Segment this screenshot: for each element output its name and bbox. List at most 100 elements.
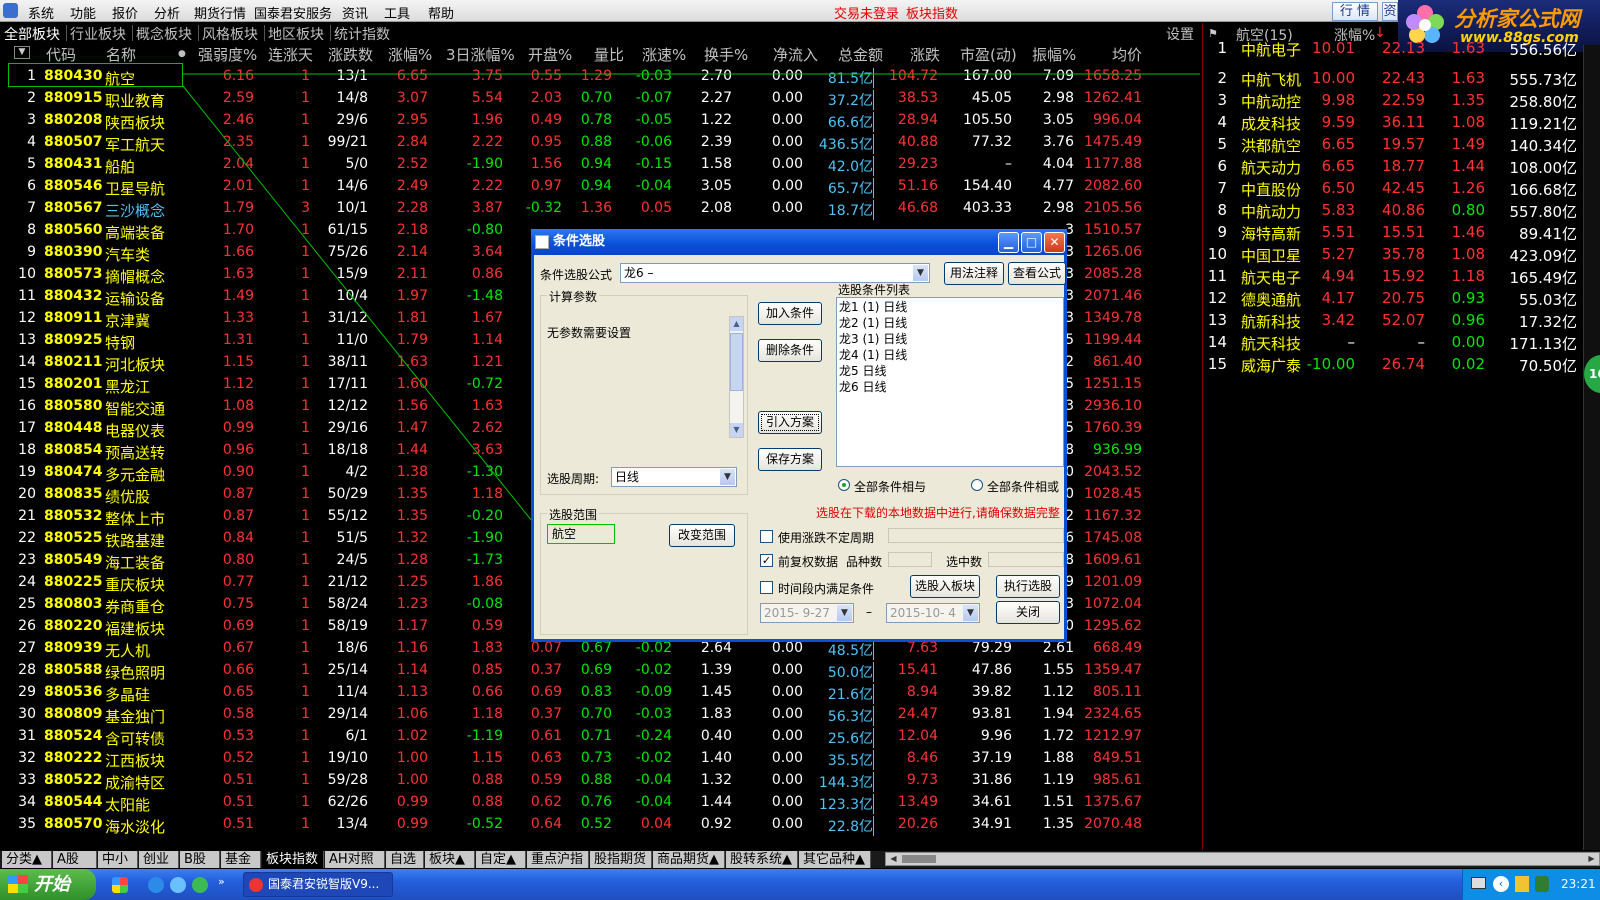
market-tab[interactable]: B股	[180, 851, 220, 868]
settings-link[interactable]: 设置	[1166, 24, 1194, 44]
radio-all-or-label[interactable]: 全部条件相或	[987, 478, 1059, 495]
header-change-pct[interactable]: 涨幅%	[388, 44, 432, 66]
import-plan-button[interactable]: 引入方案	[758, 411, 822, 434]
radio-all-or[interactable]	[971, 479, 983, 491]
view-formula-button[interactable]: 查看公式	[1008, 262, 1066, 285]
tab-style[interactable]: 风格板块	[202, 24, 258, 44]
usage-note-button[interactable]: 用法注释	[944, 262, 1004, 285]
table-row[interactable]: 34 880544 太阳能 0.51 1 62/26 0.99 0.88 0.62 0.76 -0.…	[0, 792, 1200, 814]
menu-news[interactable]: 资讯	[342, 3, 368, 22]
header-3day-change[interactable]: 3日涨幅%	[446, 44, 515, 66]
variable-period-label[interactable]: 使用涨跌不定周期	[778, 529, 874, 546]
market-tab[interactable]: 重点沪指	[527, 851, 589, 868]
add-condition-button[interactable]: 加入条件	[758, 302, 822, 325]
execute-filter-button[interactable]: 执行选股	[996, 575, 1060, 598]
market-tab[interactable]: 股转系统▲	[726, 851, 798, 868]
minimize-button[interactable]: ▁	[998, 232, 1019, 253]
menu-tools[interactable]: 工具	[384, 3, 410, 22]
keyboard-icon[interactable]	[1471, 877, 1486, 889]
taskbar-app-button[interactable]: 国泰君安锐智版V9...	[243, 872, 393, 897]
market-tab[interactable]: 创业	[139, 851, 179, 868]
list-item[interactable]: 8 中航动力 5.83 40.86 0.80 557.80亿	[1205, 199, 1580, 221]
market-tab[interactable]: 其它品种▲	[799, 851, 871, 868]
dialog-titlebar[interactable]: 条件选股 ▁ □ ✕	[531, 229, 1067, 255]
table-row[interactable]: 32 880222 江西板块 0.52 1 19/10 1.00 1.15 0.63 0.73 -0…	[0, 748, 1200, 770]
list-item[interactable]: 9 海特高新 5.51 15.51 1.46 89.41亿	[1205, 221, 1580, 243]
chevron-down-icon[interactable]: ▼	[963, 605, 978, 621]
chevron-down-icon[interactable]: ▼	[720, 469, 735, 485]
market-tab[interactable]: 板块指数	[262, 851, 324, 868]
list-item[interactable]: 12 德奥通航 4.17 20.75 0.93 55.03亿	[1205, 287, 1580, 309]
list-item[interactable]: 1 中航电子 10.01 22.13 1.63 556.56亿	[1205, 39, 1580, 67]
vertical-scrollbar[interactable]	[1583, 45, 1600, 850]
chevron-down-icon[interactable]: ▼	[837, 605, 852, 621]
menu-futures[interactable]: 期货行情	[194, 3, 246, 22]
date-to-picker[interactable]: 2015-10- 4 ▼	[886, 603, 980, 623]
delete-condition-button[interactable]: 删除条件	[758, 339, 822, 362]
list-item[interactable]: 6 航天动力 6.65 18.77 1.44 108.00亿	[1205, 155, 1580, 177]
formula-select[interactable]: 龙6 – ▼	[620, 263, 930, 283]
list-item[interactable]: 3 中航动控 9.98 22.59 1.35 258.80亿	[1205, 89, 1580, 111]
quote-button[interactable]: 行 情	[1332, 2, 1378, 21]
scroll-down-icon[interactable]: ▼	[730, 423, 743, 437]
shield-icon[interactable]	[1535, 876, 1549, 892]
header-strength[interactable]: 强弱度%	[198, 44, 257, 66]
scroll-up-icon[interactable]: ▲	[730, 317, 743, 331]
market-tab[interactable]: AH对照	[325, 851, 385, 868]
list-item[interactable]: 7 中直股份 6.50 42.45 1.26 166.68亿	[1205, 177, 1580, 199]
market-tab[interactable]: A股	[53, 851, 97, 868]
time-range-label[interactable]: 时间段内满足条件	[778, 580, 874, 597]
menu-analysis[interactable]: 分析	[154, 3, 180, 22]
tab-region[interactable]: 地区板块	[268, 24, 324, 44]
back-arrow-icon[interactable]: ‹	[1493, 876, 1509, 892]
list-item[interactable]: 龙4 (1) 日线	[839, 347, 1061, 363]
header-up-days[interactable]: 连涨天	[268, 44, 313, 66]
list-item[interactable]: 14 航天科技 – – 0.00 171.13亿	[1205, 331, 1580, 353]
desktop-icon[interactable]	[112, 877, 128, 893]
list-item[interactable]: 龙6 日线	[839, 379, 1061, 395]
table-row[interactable]: 30 880809 基金独门 0.58 1 29/14 1.06 1.18 0.37 0.70 -0…	[0, 704, 1200, 726]
list-item[interactable]: 2 中航飞机 10.00 22.43 1.63 555.73亿	[1205, 67, 1580, 89]
list-item[interactable]: 10 中国卫星 5.27 35.78 1.08 423.09亿	[1205, 243, 1580, 265]
list-item[interactable]: 龙1 (1) 日线	[839, 299, 1061, 315]
header-up-down-count[interactable]: 涨跌数	[328, 44, 373, 66]
change-range-button[interactable]: 改变范围	[669, 524, 735, 547]
header-volume-ratio[interactable]: 量比	[594, 44, 624, 66]
menu-gtja-service[interactable]: 国泰君安服务	[254, 3, 332, 22]
list-item[interactable]: 4 成发科技 9.59 36.11 1.08 119.21亿	[1205, 111, 1580, 133]
header-change[interactable]: 涨跌	[910, 44, 940, 66]
period-select[interactable]: 日线 ▼	[611, 467, 737, 487]
radio-all-and-label[interactable]: 全部条件相与	[854, 478, 926, 495]
more-chevron-icon[interactable]: »	[218, 875, 225, 888]
table-row[interactable]: 3 880208 陕西板块 2.46 1 29/6 2.95 1.96 0.49 0.78 -0.0…	[0, 110, 1200, 132]
time-range-checkbox[interactable]	[760, 581, 773, 594]
header-turnover[interactable]: 换手%	[704, 44, 748, 66]
start-button[interactable]: 开始	[0, 869, 96, 900]
prev-adjust-checkbox[interactable]: ✓	[760, 554, 773, 567]
column-menu-icon[interactable]: ▼	[14, 46, 30, 59]
params-scrollbar[interactable]: ▲ ▼	[729, 316, 744, 438]
table-row[interactable]: 5 880431 船舶 2.04 1 5/0 2.52 -1.90 1.56 0.94 -0.15 1…	[0, 154, 1200, 176]
table-row[interactable]: 31 880524 含可转债 0.53 1 6/1 1.02 -1.19 0.61 0.71 -0.…	[0, 726, 1200, 748]
tab-all-blocks[interactable]: 全部板块	[4, 24, 60, 44]
header-net-inflow[interactable]: 净流入	[773, 44, 818, 66]
browser-icon[interactable]	[170, 877, 186, 893]
table-row[interactable]: 2 880915 职业教育 2.59 1 14/8 3.07 5.54 2.03 0.70 -0.0…	[0, 88, 1200, 110]
table-row[interactable]: 28 880588 绿色照明 0.66 1 25/14 1.14 0.85 0.37 0.69 -0…	[0, 660, 1200, 682]
market-tab[interactable]: 分类▲	[2, 851, 52, 868]
menu-help[interactable]: 帮助	[428, 3, 454, 22]
header-pe[interactable]: 市盈(动)	[960, 44, 1017, 66]
scroll-right-icon[interactable]: ▶	[1585, 853, 1598, 865]
header-speed[interactable]: 涨速%	[642, 44, 686, 66]
list-item[interactable]: 龙3 (1) 日线	[839, 331, 1061, 347]
market-tab[interactable]: 自选	[386, 851, 424, 868]
menu-system[interactable]: 系统	[28, 3, 54, 22]
market-tab[interactable]: 基金	[221, 851, 261, 868]
market-tab[interactable]: 商品期货▲	[653, 851, 725, 868]
list-item[interactable]: 13 航新科技 3.42 52.07 0.96 17.32亿	[1205, 309, 1580, 331]
table-row[interactable]: 6 880546 卫星导航 2.01 1 14/6 2.49 2.22 0.97 0.94 -0.0…	[0, 176, 1200, 198]
security-icon[interactable]	[1515, 876, 1529, 892]
market-tab[interactable]: 股指期货	[590, 851, 652, 868]
list-item[interactable]: 龙2 (1) 日线	[839, 315, 1061, 331]
tab-stats-index[interactable]: 统计指数	[334, 24, 390, 44]
